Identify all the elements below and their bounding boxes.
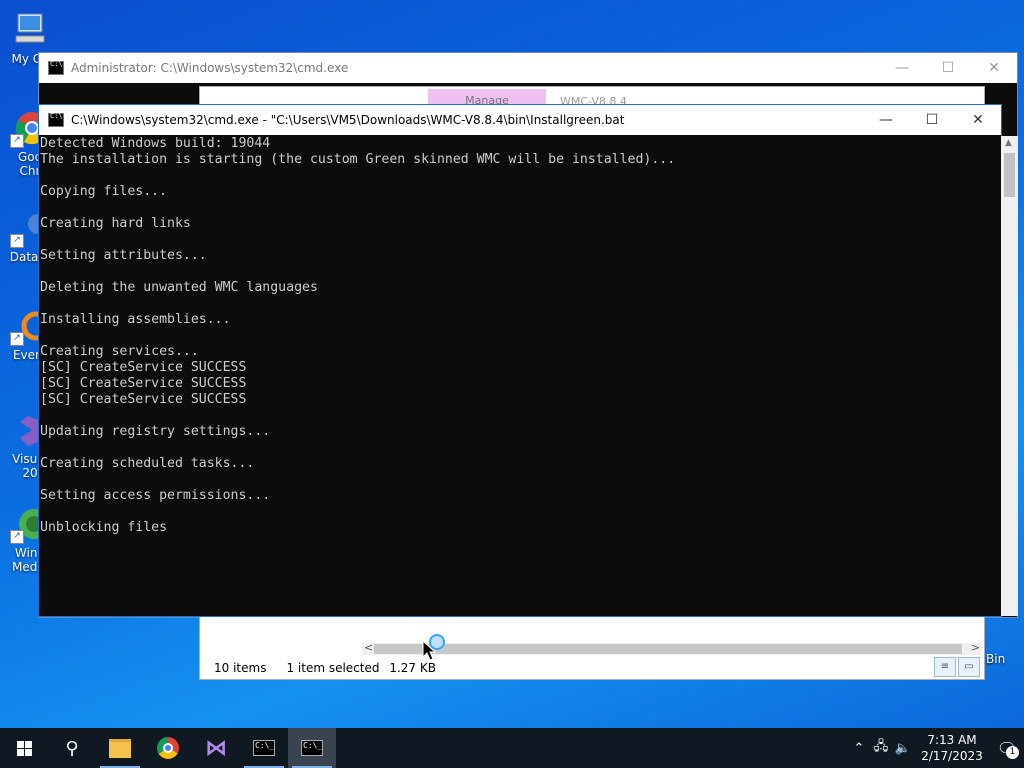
close-button[interactable]: ✕ bbox=[955, 105, 1001, 135]
taskbar-cmd-admin[interactable]: C:\_ bbox=[240, 728, 288, 768]
view-toggle: ≡ ▭ bbox=[934, 657, 980, 677]
clock[interactable]: 7:13 AM 2/17/2023 bbox=[914, 732, 990, 764]
console-line: The installation is starting (the custom… bbox=[40, 152, 676, 167]
console-line: Setting access permissions... bbox=[40, 488, 271, 503]
selected-size: 1.27 KB bbox=[389, 661, 436, 675]
terminal-icon: C:\_ bbox=[253, 740, 275, 756]
console-output[interactable]: Detected Windows build: 19044 The install… bbox=[39, 136, 1001, 616]
console-line: Creating scheduled tasks... bbox=[40, 456, 255, 471]
title-bar[interactable]: Administrator: C:\Windows\system32\cmd.e… bbox=[39, 53, 1017, 83]
terminal-icon bbox=[48, 112, 64, 127]
scrollbar-thumb[interactable] bbox=[1004, 153, 1015, 197]
shortcut-arrow-icon: ↗ bbox=[10, 234, 24, 248]
title-bar[interactable]: C:\Windows\system32\cmd.exe - "C:\Users\… bbox=[39, 105, 1001, 135]
console-line: Updating registry settings... bbox=[40, 424, 271, 439]
window-title: C:\Windows\system32\cmd.exe - "C:\Users\… bbox=[71, 113, 625, 127]
chrome-icon bbox=[157, 737, 179, 759]
selected-count: 1 item selected bbox=[286, 661, 380, 675]
notification-badge: 1 bbox=[1006, 746, 1019, 759]
scroll-up-icon[interactable]: ▲ bbox=[1005, 138, 1012, 148]
terminal-icon bbox=[48, 60, 64, 75]
console-line: [SC] CreateService SUCCESS bbox=[40, 360, 247, 375]
terminal-icon: C:\_ bbox=[301, 740, 323, 756]
search-button[interactable]: ⚲ bbox=[48, 728, 96, 768]
computer-icon bbox=[10, 10, 50, 50]
console-line: [SC] CreateService SUCCESS bbox=[40, 376, 247, 391]
selection-info: 1 item selected 1.27 KB bbox=[286, 661, 436, 675]
taskbar-file-explorer[interactable] bbox=[96, 728, 144, 768]
console-line: Creating hard links bbox=[40, 216, 191, 231]
chevron-up-icon[interactable]: ⌃ bbox=[848, 741, 870, 756]
network-icon[interactable]: 🖧 bbox=[870, 737, 892, 759]
explorer-footer: < > 10 items 1 item selected 1.27 KB ≡ ▭ bbox=[200, 639, 984, 679]
minimize-button[interactable]: — bbox=[879, 53, 925, 83]
scrollbar-thumb[interactable] bbox=[374, 644, 962, 654]
horizontal-scrollbar[interactable]: < > bbox=[362, 641, 982, 655]
volume-icon[interactable]: 🔈 bbox=[892, 741, 914, 756]
maximize-button[interactable]: ☐ bbox=[925, 53, 971, 83]
clock-time: 7:13 AM bbox=[927, 733, 977, 747]
window-controls: — ☐ ✕ bbox=[863, 105, 1001, 135]
clock-date: 2/17/2023 bbox=[921, 749, 983, 763]
console-line: [SC] CreateService SUCCESS bbox=[40, 392, 247, 407]
shortcut-arrow-icon: ↗ bbox=[10, 530, 24, 544]
install-cmd-window[interactable]: C:\Windows\system32\cmd.exe - "C:\Users\… bbox=[38, 104, 1018, 617]
console-line: Creating services... bbox=[40, 344, 199, 359]
taskbar: ⚲ ⋈ C:\_ C:\_ ⌃ 🖧 🔈 7:13 AM 2/17/2023 🗨 … bbox=[0, 728, 1024, 768]
mouse-cursor-icon bbox=[422, 640, 437, 661]
console-line: Detected Windows build: 19044 bbox=[40, 136, 271, 151]
windows-logo-icon bbox=[16, 740, 32, 756]
window-title: Administrator: C:\Windows\system32\cmd.e… bbox=[71, 61, 349, 75]
details-view-icon[interactable]: ≡ bbox=[934, 657, 956, 677]
console-line: Copying files... bbox=[40, 184, 168, 199]
maximize-button[interactable]: ☐ bbox=[909, 105, 955, 135]
vertical-scrollbar[interactable]: ▲ bbox=[1001, 136, 1018, 616]
folder-icon bbox=[109, 738, 131, 758]
taskbar-visual-studio[interactable]: ⋈ bbox=[192, 728, 240, 768]
large-icons-view-icon[interactable]: ▭ bbox=[958, 657, 980, 677]
taskbar-chrome[interactable] bbox=[144, 728, 192, 768]
scroll-left-icon[interactable]: < bbox=[364, 641, 373, 654]
recycle-bin-label: Bin bbox=[986, 652, 1006, 666]
window-controls: — ☐ ✕ bbox=[879, 53, 1017, 83]
console-text: Detected Windows build: 19044 The install… bbox=[39, 136, 1001, 536]
console-line: Installing assemblies... bbox=[40, 312, 231, 327]
minimize-button[interactable]: — bbox=[863, 105, 909, 135]
taskbar-cmd-install[interactable]: C:\_ bbox=[288, 728, 336, 768]
shortcut-arrow-icon: ↗ bbox=[10, 332, 24, 346]
status-bar: 10 items 1 item selected 1.27 KB bbox=[214, 661, 436, 675]
shortcut-arrow-icon: ↗ bbox=[10, 134, 24, 148]
item-count: 10 items bbox=[214, 661, 267, 675]
visual-studio-icon: ⋈ bbox=[205, 735, 227, 761]
system-tray: ⌃ 🖧 🔈 7:13 AM 2/17/2023 🗨 1 bbox=[848, 728, 1024, 768]
scroll-right-icon[interactable]: > bbox=[971, 641, 980, 654]
action-center-button[interactable]: 🗨 1 bbox=[990, 728, 1024, 768]
console-line: Unblocking files bbox=[40, 520, 168, 535]
search-icon: ⚲ bbox=[65, 737, 79, 759]
console-line: Deleting the unwanted WMC languages bbox=[40, 280, 318, 295]
start-button[interactable] bbox=[0, 728, 48, 768]
close-button[interactable]: ✕ bbox=[971, 53, 1017, 83]
console-line: Setting attributes... bbox=[40, 248, 207, 263]
